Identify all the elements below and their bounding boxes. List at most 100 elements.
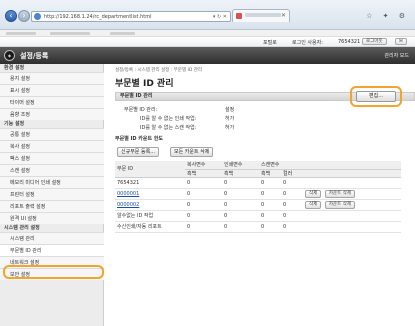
prop-label: 부문별 ID 관리:: [124, 107, 158, 113]
cell-value: 0: [185, 210, 222, 222]
column-header-copy: 복사면수: [185, 161, 222, 170]
department-id: 알수없는 ID 작업: [115, 210, 185, 222]
cell-value: 0: [185, 221, 222, 233]
cell-value: 0: [281, 221, 303, 233]
logout-button[interactable]: 로그아웃: [362, 38, 387, 45]
cell-value: 0: [259, 210, 281, 222]
sidebar-item-system-admin[interactable]: 시스템 관리: [0, 232, 104, 244]
row-actions: 삭제 카운트 삭제: [303, 188, 401, 200]
table-row: 7654321 0 0 0 0: [115, 177, 401, 189]
sidebar-item-fax[interactable]: 팩스 설정: [0, 152, 104, 164]
sidebar: 환경 설정 용지 설정 표시 설정 타이머 설정 음향 조정 기능 설정 공통 …: [0, 64, 104, 326]
menu-placeholder: [50, 32, 90, 35]
sidebar-item-printer[interactable]: 프린터 설정: [0, 188, 104, 200]
sidebar-item-memory-media[interactable]: 메모리 미디어 인쇄 설정: [0, 176, 104, 188]
prop-label: ID를 알 수 없는 인쇄 작업:: [140, 116, 197, 122]
cell-value: 0: [259, 221, 281, 233]
sidebar-item-scan[interactable]: 스캔 설정: [0, 164, 104, 176]
edit-button[interactable]: 편집...: [356, 91, 396, 102]
portal-link[interactable]: 포털로: [263, 39, 277, 46]
cell-value: 0: [222, 177, 259, 189]
table-row: 0000002 0 0 0 0 삭제 카운트 삭제: [115, 199, 401, 211]
delete-button[interactable]: 삭제: [305, 189, 322, 198]
sidebar-item-timer[interactable]: 타이머 설정: [0, 96, 104, 108]
column-header-actions: [303, 161, 401, 170]
clear-count-button[interactable]: 카운트 삭제: [324, 189, 356, 198]
clear-all-counts-button[interactable]: 모든 카운트 삭제: [170, 147, 214, 157]
sub-header-scan-color: 컬러: [281, 169, 303, 178]
delete-button[interactable]: 삭제: [305, 200, 322, 209]
sidebar-item-report[interactable]: 리포트 출력 설정: [0, 200, 104, 212]
sidebar-section-function: 기능 설정: [4, 121, 25, 127]
department-id-link[interactable]: 0000001: [115, 188, 185, 200]
tab-close-icon[interactable]: ✕: [281, 12, 286, 19]
prop-value: 설정: [225, 107, 235, 113]
login-user-value: 7654321: [338, 39, 361, 45]
cell-value: 0: [222, 221, 259, 233]
table-row: 수신인쇄/자동 리포트 0 0 0 0: [115, 221, 401, 233]
sub-header-print-bw: 흑백: [222, 169, 259, 178]
browser-menu-bar: [0, 30, 415, 37]
sidebar-item-paper[interactable]: 용지 설정: [0, 72, 104, 84]
cell-value: 0: [281, 188, 303, 200]
prop-label: ID를 알 수 없는 스캔 작업:: [140, 125, 197, 131]
department-id-link[interactable]: 0000002: [115, 199, 185, 211]
browser-tab[interactable]: ✕: [232, 9, 290, 22]
counter-section-title: 부문별 ID 카운트 한도: [115, 136, 164, 142]
sidebar-item-common[interactable]: 공통 설정: [0, 128, 104, 140]
row-actions: 삭제 카운트 삭제: [303, 199, 401, 211]
sub-header-copy-bw: 흑백: [185, 169, 222, 178]
url-controls[interactable]: ▾ ↻ ✕: [213, 14, 227, 20]
back-arrow-icon[interactable]: ‹: [5, 10, 17, 22]
sub-header-scan-bw: 흑백: [259, 169, 281, 178]
browser-toolbar: ‹ › http://192.168.1.24/rc_departmentlis…: [0, 0, 415, 30]
sidebar-focus-highlight: [3, 265, 104, 279]
sidebar-section-env: 환경 설정: [4, 65, 25, 71]
url-text: http://192.168.1.24/rc_departmentlist.ht…: [44, 14, 152, 20]
page-section-title: 설정/등록: [20, 52, 49, 60]
cell-value: 0: [185, 177, 222, 189]
register-department-button[interactable]: 신규부문 등록...: [117, 147, 159, 157]
app-titlebar: ◈ 설정/등록 관리자 모드: [0, 47, 415, 64]
page-title: 부문별 ID 관리: [115, 79, 174, 89]
row-actions: [303, 221, 401, 233]
site-icon: [34, 13, 41, 20]
prop-value: 허가: [225, 125, 235, 131]
sidebar-item-remote-ui[interactable]: 원격 UI 설정: [0, 212, 104, 224]
column-header-scan: 스캔면수: [259, 161, 303, 170]
cell-value: 0: [281, 210, 303, 222]
admin-mode-label: 관리자 모드: [384, 53, 409, 59]
table-row: 0000001 0 0 0 0 삭제 카운트 삭제: [115, 188, 401, 200]
sidebar-item-department-id[interactable]: 부문별 ID 관리: [0, 244, 104, 256]
address-bar[interactable]: http://192.168.1.24/rc_departmentlist.ht…: [31, 11, 231, 22]
sidebar-item-sound[interactable]: 음향 조정: [0, 108, 104, 120]
cell-value: 0: [259, 188, 281, 200]
menu-placeholder: [110, 32, 135, 35]
cell-value: 0: [185, 188, 222, 200]
sidebar-item-display[interactable]: 표시 설정: [0, 84, 104, 96]
department-id: 수신인쇄/자동 리포트: [115, 221, 185, 233]
breadcrumb: 설정/등록 : 시스템 관리 설정 : 부문별 ID 관리: [115, 68, 203, 73]
login-user-label: 로그인 사용자:: [292, 40, 323, 46]
browser-window-icons[interactable]: ☆ ✦ ⚙: [366, 12, 409, 20]
row-actions: [303, 210, 401, 222]
table-row: 알수없는 ID 작업 0 0 0 0: [115, 210, 401, 222]
clear-count-button[interactable]: 카운트 삭제: [324, 200, 356, 209]
cell-value: 0: [281, 199, 303, 211]
main-content: 설정/등록 : 시스템 관리 설정 : 부문별 ID 관리 부문별 ID 관리 …: [110, 64, 415, 326]
prop-value: 허가: [225, 116, 235, 122]
cell-value: 0: [185, 199, 222, 211]
mail-icon[interactable]: ✉: [395, 38, 407, 45]
tab-favicon-icon: [236, 13, 242, 19]
column-header-print: 인쇄면수: [222, 161, 259, 170]
brand-logo-icon: ◈: [4, 50, 15, 61]
cell-value: 0: [259, 199, 281, 211]
cell-value: 0: [259, 177, 281, 189]
cell-value: 0: [222, 210, 259, 222]
forward-arrow-icon[interactable]: ›: [18, 10, 30, 22]
column-header-id: 부문 ID: [115, 161, 185, 178]
sub-header-empty: [303, 169, 401, 178]
department-table: 부문 ID 복사면수 인쇄면수 스캔면수 흑백 흑백 흑백 컬러 7654321…: [115, 161, 401, 233]
sidebar-item-copy[interactable]: 복사 설정: [0, 140, 104, 152]
cell-value: 0: [222, 199, 259, 211]
